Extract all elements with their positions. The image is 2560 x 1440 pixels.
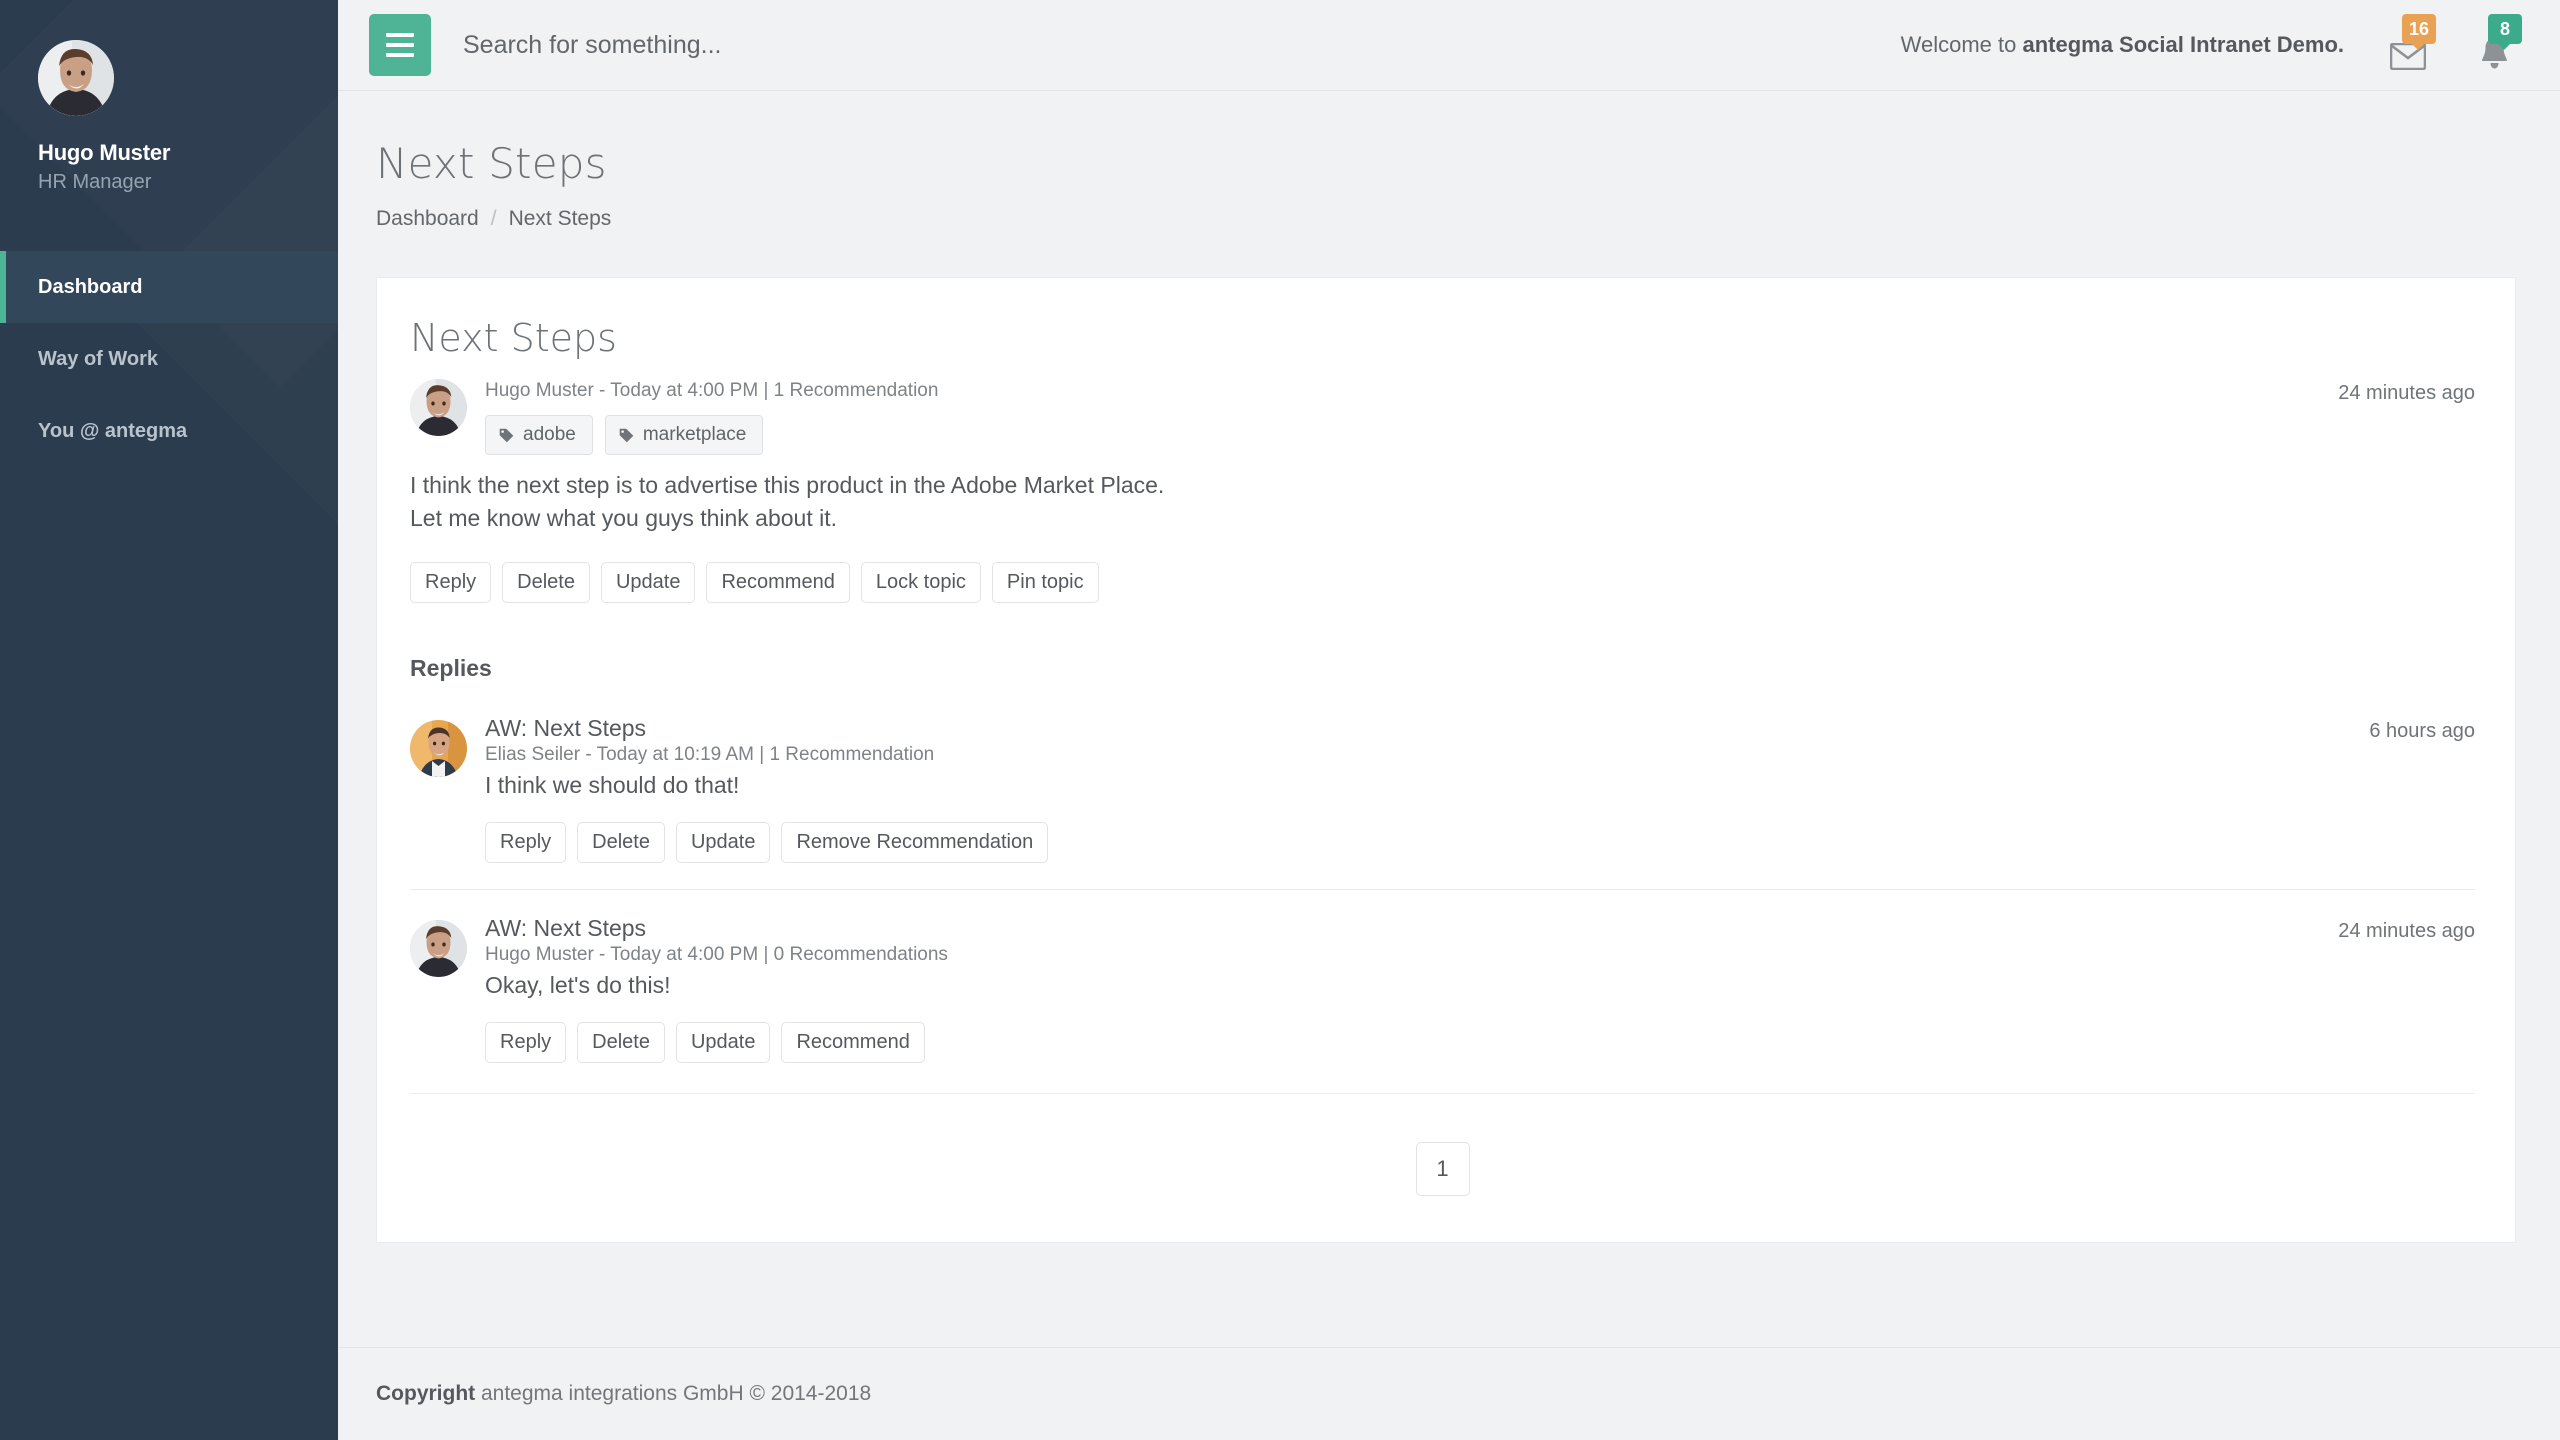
topic-card: Next Steps 24 minutes ago Hugo Muster - … bbox=[376, 277, 2516, 1244]
search-input[interactable] bbox=[463, 30, 1063, 60]
avatar[interactable] bbox=[410, 379, 467, 436]
update-button[interactable]: Update bbox=[600, 562, 696, 604]
hamburger-bar bbox=[386, 53, 414, 57]
avatar[interactable] bbox=[38, 40, 114, 116]
delete-button[interactable]: Delete bbox=[577, 1022, 665, 1064]
reply-meta: Hugo Muster - Today at 4:00 PM | 0 Recom… bbox=[485, 944, 948, 966]
tag-adobe[interactable]: adobe bbox=[485, 415, 593, 455]
tag-marketplace[interactable]: marketplace bbox=[604, 415, 764, 455]
messages-badge: 16 bbox=[2402, 14, 2436, 50]
reply-text: I think we should do that! bbox=[485, 772, 740, 799]
reply-actions: Reply Delete Update Remove Recommendatio… bbox=[485, 822, 2475, 864]
sidebar-item-you-at-antegma[interactable]: You @ antegma bbox=[0, 395, 338, 467]
tag-label: adobe bbox=[523, 424, 576, 445]
reply-meta: Elias Seiler - Today at 10:19 AM | 1 Rec… bbox=[485, 744, 935, 766]
sidebar-profile: Hugo Muster HR Manager bbox=[0, 0, 338, 194]
reply-timestamp: 24 minutes ago bbox=[2338, 920, 2475, 943]
breadcrumb-item-dashboard[interactable]: Dashboard bbox=[376, 207, 479, 231]
tag-icon bbox=[619, 428, 634, 442]
reply-timestamp: 6 hours ago bbox=[2369, 720, 2475, 743]
notifications-button[interactable]: 8 bbox=[2472, 14, 2522, 70]
hamburger-icon[interactable] bbox=[369, 14, 431, 76]
page-header: Next Steps Dashboard / Next Steps bbox=[338, 91, 2560, 231]
user-avatar-hugo-icon bbox=[410, 379, 467, 436]
breadcrumb: Dashboard / Next Steps bbox=[376, 207, 2516, 231]
welcome-brand: antegma Social Intranet Demo. bbox=[2022, 32, 2344, 57]
welcome-text: Welcome to antegma Social Intranet Demo. bbox=[1901, 32, 2344, 58]
topic-title: Next Steps bbox=[410, 316, 617, 360]
topic-text: I think the next step is to advertise th… bbox=[410, 472, 1165, 531]
pagination: 1 bbox=[410, 1142, 2475, 1197]
reply-title: AW: Next Steps bbox=[485, 915, 647, 942]
recommend-button[interactable]: Recommend bbox=[706, 562, 850, 604]
page-title: Next Steps bbox=[376, 139, 607, 188]
topic-actions: Reply Delete Update Recommend Lock topic… bbox=[410, 562, 2475, 604]
reply-text: Okay, let's do this! bbox=[485, 972, 671, 999]
pin-topic-button[interactable]: Pin topic bbox=[991, 562, 1099, 604]
app-root: Hugo Muster HR Manager Dashboard Way of … bbox=[0, 0, 2560, 1440]
tag-label: marketplace bbox=[642, 424, 747, 445]
reply-button[interactable]: Reply bbox=[485, 1022, 567, 1064]
reply-button[interactable]: Reply bbox=[485, 822, 567, 864]
update-button[interactable]: Update bbox=[675, 822, 771, 864]
hamburger-bar bbox=[386, 33, 414, 37]
messages-button[interactable]: 16 bbox=[2386, 14, 2436, 70]
reply-button[interactable]: Reply bbox=[410, 562, 492, 604]
welcome-prefix: Welcome to bbox=[1900, 32, 2023, 57]
reply-item: 24 minutes ago AW: Next Steps Hugo Muste… bbox=[410, 889, 2475, 1064]
reply-item: 6 hours ago AW: Next Steps Elias Seiler … bbox=[410, 690, 2475, 864]
sidebar-item-way-of-work[interactable]: Way of Work bbox=[0, 323, 338, 395]
topic-post: 24 minutes ago Hugo Muster - Today at 4:… bbox=[410, 374, 2475, 604]
topic-tags: adobe marketplace bbox=[485, 415, 2475, 455]
sidebar-item-label: Dashboard bbox=[38, 275, 143, 298]
main-area: Welcome to antegma Social Intranet Demo.… bbox=[338, 0, 2560, 1440]
reply-title: AW: Next Steps bbox=[485, 715, 647, 742]
reply-actions: Reply Delete Update Recommend bbox=[485, 1022, 2475, 1064]
pagination-page-1[interactable]: 1 bbox=[1415, 1142, 1470, 1197]
delete-button[interactable]: Delete bbox=[502, 562, 590, 604]
sidebar: Hugo Muster HR Manager Dashboard Way of … bbox=[0, 0, 338, 1440]
footer: Copyright antegma integrations GmbH © 20… bbox=[338, 1347, 2560, 1440]
replies-divider bbox=[410, 1093, 2475, 1095]
tag-icon bbox=[499, 428, 514, 442]
sidebar-item-dashboard[interactable]: Dashboard bbox=[0, 251, 338, 323]
update-button[interactable]: Update bbox=[675, 1022, 771, 1064]
user-avatar-hugo-icon bbox=[410, 920, 467, 978]
sidebar-item-label: You @ antegma bbox=[38, 419, 188, 442]
topic-timestamp: 24 minutes ago bbox=[2338, 382, 2475, 404]
hamburger-bar bbox=[386, 43, 414, 47]
remove-recommendation-button[interactable]: Remove Recommendation bbox=[781, 822, 1049, 864]
notifications-badge: 8 bbox=[2488, 14, 2522, 50]
user-avatar-elias-icon bbox=[410, 720, 467, 778]
avatar[interactable] bbox=[410, 720, 467, 778]
replies-heading: Replies bbox=[410, 655, 492, 682]
sidebar-item-label: Way of Work bbox=[38, 347, 159, 370]
copyright-text: Copyright antegma integrations GmbH © 20… bbox=[376, 1382, 871, 1406]
content-wrapper: Next Steps 24 minutes ago Hugo Muster - … bbox=[338, 231, 2560, 1299]
topic-meta: Hugo Muster - Today at 4:00 PM | 1 Recom… bbox=[485, 380, 939, 401]
copyright-label: Copyright bbox=[376, 1382, 476, 1405]
lock-topic-button[interactable]: Lock topic bbox=[860, 562, 981, 604]
breadcrumb-separator: / bbox=[490, 207, 497, 230]
avatar[interactable] bbox=[410, 920, 467, 978]
profile-role: HR Manager bbox=[38, 171, 152, 193]
sidebar-nav: Dashboard Way of Work You @ antegma bbox=[0, 251, 338, 467]
recommend-button[interactable]: Recommend bbox=[781, 1022, 925, 1064]
topbar: Welcome to antegma Social Intranet Demo.… bbox=[338, 0, 2560, 91]
breadcrumb-item-current: Next Steps bbox=[508, 207, 612, 230]
copyright-body: antegma integrations GmbH © 2014-2018 bbox=[475, 1382, 872, 1405]
topbar-right: Welcome to antegma Social Intranet Demo.… bbox=[1901, 14, 2522, 70]
user-avatar-hugo-icon bbox=[38, 40, 114, 116]
delete-button[interactable]: Delete bbox=[577, 822, 665, 864]
profile-name: Hugo Muster bbox=[38, 140, 171, 165]
